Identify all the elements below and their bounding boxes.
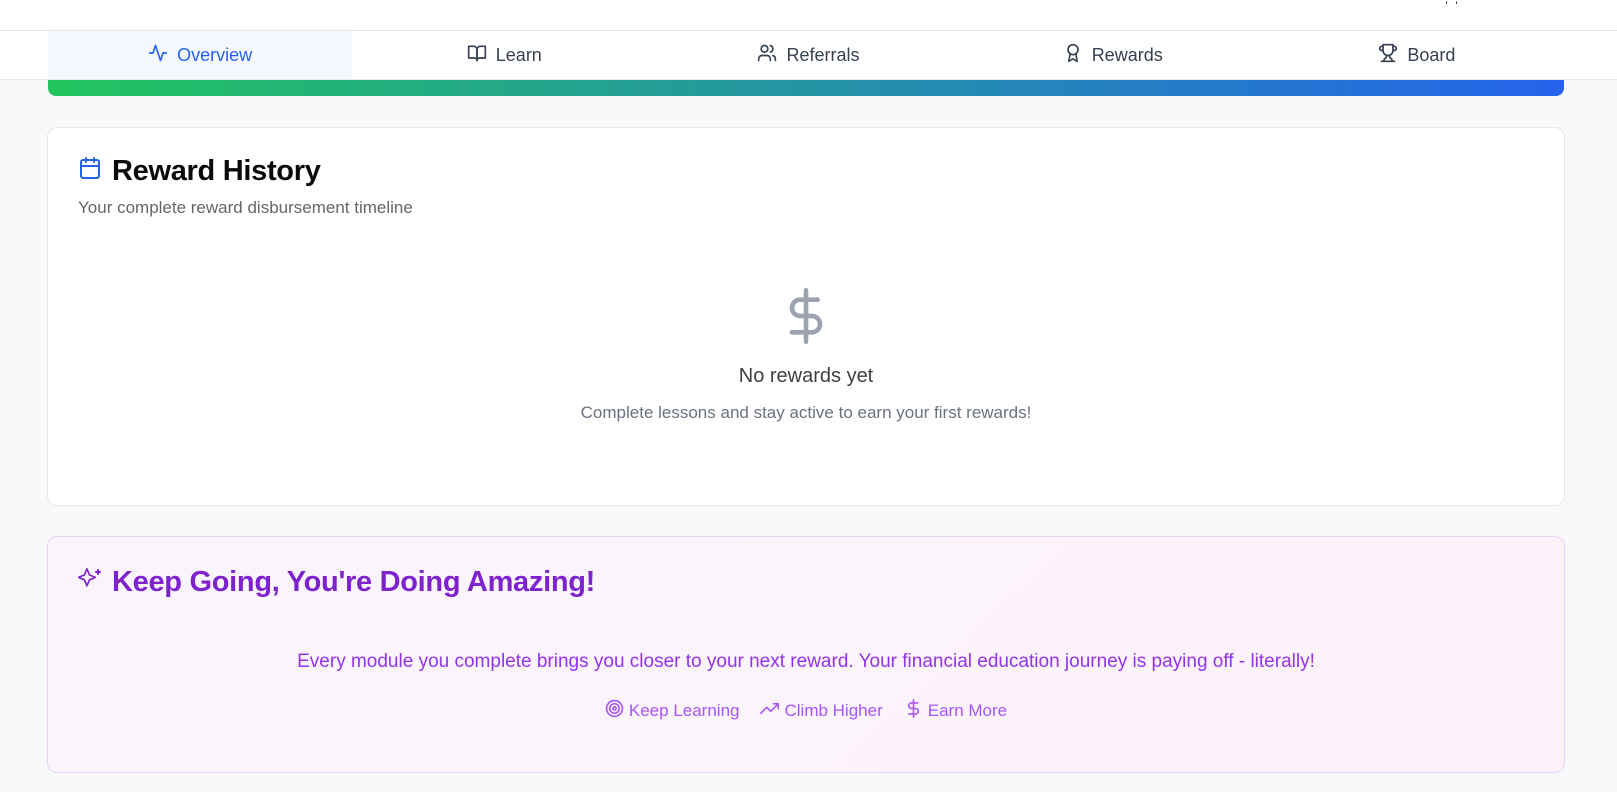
keep-learning-link[interactable]: Keep Learning xyxy=(605,699,740,723)
tab-referrals[interactable]: Referrals xyxy=(656,31,960,79)
tab-rewards-label: Rewards xyxy=(1091,44,1163,65)
climb-higher-label: Climb Higher xyxy=(784,701,883,720)
award-icon xyxy=(1063,43,1083,68)
trophy-icon xyxy=(1378,43,1398,68)
motivation-links: Keep Learning Climb Higher Earn More xyxy=(48,699,1564,723)
users-icon xyxy=(757,43,777,68)
reward-history-heading: Reward History xyxy=(78,155,321,188)
empty-state-subtitle: Complete lessons and stay active to earn… xyxy=(580,403,1032,422)
dollar-sign-icon xyxy=(904,699,923,723)
tab-learn-label: Learn xyxy=(495,44,542,65)
climb-higher-link[interactable]: Climb Higher xyxy=(760,699,883,723)
empty-state: No rewards yet Complete lessons and stay… xyxy=(48,288,1564,423)
tab-overview-label: Overview xyxy=(177,44,253,65)
book-open-icon xyxy=(467,43,487,68)
empty-state-title: No rewards yet xyxy=(738,365,874,387)
tab-learn[interactable]: Learn xyxy=(352,31,656,79)
reward-history-subtitle: Your complete reward disbursement timeli… xyxy=(78,198,413,217)
tab-board[interactable]: Board xyxy=(1265,31,1569,79)
activity-icon xyxy=(148,43,168,68)
target-icon xyxy=(605,699,624,723)
tab-referrals-label: Referrals xyxy=(786,44,860,65)
dollar-sign-icon xyxy=(778,288,834,349)
header-overflow-text: ˌ ˌ xyxy=(1444,0,1459,6)
motivation-title: Keep Going, You're Doing Amazing! xyxy=(112,566,596,598)
progress-gradient-bar xyxy=(48,80,1564,96)
motivation-text: Every module you complete brings you clo… xyxy=(297,651,1315,672)
tab-overview[interactable]: Overview xyxy=(48,31,353,79)
tab-board-label: Board xyxy=(1407,44,1456,65)
calendar-icon xyxy=(78,155,102,188)
tab-rewards[interactable]: Rewards xyxy=(961,31,1265,79)
sparkles-icon xyxy=(77,566,102,599)
tab-bar: Overview Learn Referrals Rewards Board xyxy=(0,31,1617,80)
reward-history-card: Reward History Your complete reward disb… xyxy=(47,127,1565,506)
reward-history-title: Reward History xyxy=(112,155,321,187)
keep-learning-label: Keep Learning xyxy=(628,701,740,720)
trending-up-icon xyxy=(760,699,780,723)
motivation-card: Keep Going, You're Doing Amazing! Every … xyxy=(47,536,1565,773)
top-header: ˌ ˌ xyxy=(0,0,1617,31)
earn-more-link[interactable]: Earn More xyxy=(904,699,1007,723)
motivation-heading: Keep Going, You're Doing Amazing! xyxy=(77,566,596,599)
earn-more-label: Earn More xyxy=(927,701,1008,720)
